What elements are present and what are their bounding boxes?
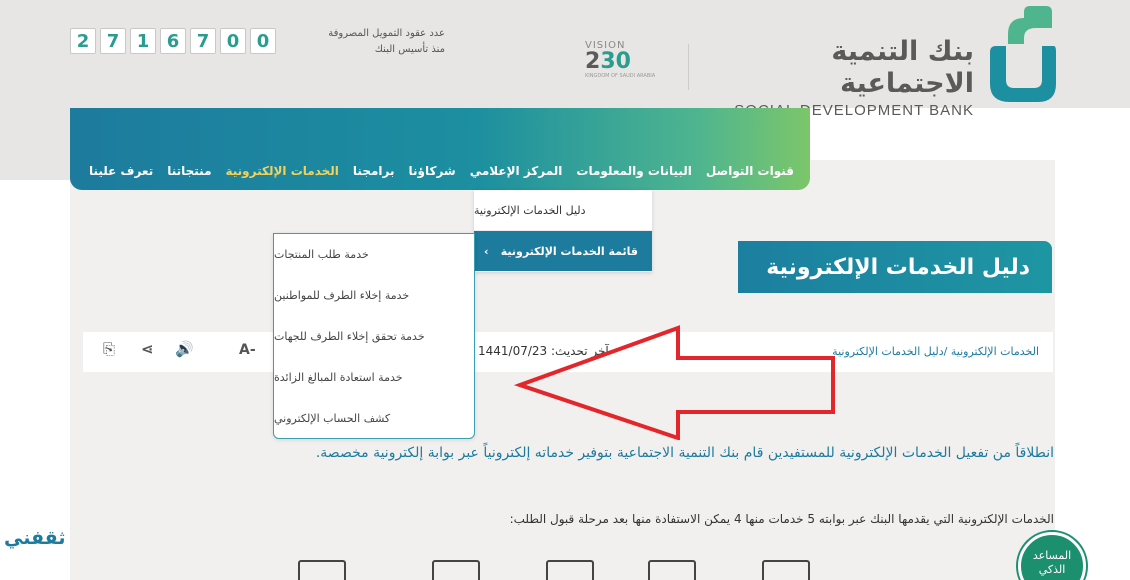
vision-sub: KINGDOM OF SAUDI ARABIA (585, 73, 656, 79)
vision-2030-logo[interactable]: VISION 230 KINGDOM OF SAUDI ARABIA (585, 40, 675, 92)
counter-digit: 2 (70, 28, 96, 54)
assistant-label-1: المساعد (1032, 549, 1072, 562)
breadcrumb[interactable]: الخدمات الإلكترونية /دليل الخدمات الإلكت… (832, 345, 1039, 358)
main-navbar: تعرف علينا منتجاتنا الخدمات الإلكترونية … (70, 108, 810, 190)
counter-caption-line2: منذ تأسيس البنك (374, 44, 445, 55)
counter-caption-line1: عدد عقود التمويل المصروفة (328, 28, 445, 39)
print-icon[interactable]: ⎘ (103, 340, 115, 358)
menu-item-eservices-guide[interactable]: دليل الخدمات الإلكترونية (474, 190, 652, 231)
counter-digit: 7 (100, 28, 126, 54)
document-check-icon[interactable] (432, 560, 480, 580)
bank-logo-icon[interactable] (984, 6, 1060, 106)
services-summary: الخدمات الإلكترونية التي يقدمها البنك عب… (509, 512, 1054, 526)
submenu-item-refund[interactable]: خدمة استعادة المبالغ الزائدة (274, 357, 474, 398)
vision-year-a: 2 (585, 49, 601, 74)
page-title-box: دليل الخدمات الإلكترونية (738, 241, 1052, 293)
menu-item-label: دليل الخدمات الإلكترونية (474, 203, 586, 217)
counter-digit: 1 (130, 28, 156, 54)
nav-item-eservices[interactable]: الخدمات الإلكترونية (226, 164, 339, 178)
nav-item-contact[interactable]: قنوات التواصل (706, 164, 794, 178)
menu-item-eservices-list[interactable]: ‹ قائمة الخدمات الإلكترونية (474, 231, 652, 272)
header-divider (688, 44, 689, 90)
vision-year: 230 (585, 51, 675, 73)
finance-counter: 2 7 1 6 7 0 0 (70, 28, 276, 54)
menu-item-label: قائمة الخدمات الإلكترونية (500, 244, 638, 258)
list-icon[interactable] (762, 560, 810, 580)
audio-icon[interactable]: 🔊 (175, 340, 194, 358)
card-icon[interactable] (648, 560, 696, 580)
font-decrease-button[interactable]: A- (239, 342, 256, 358)
eservices-submenu: خدمة طلب المنتجات خدمة إخلاء الطرف للموا… (273, 233, 475, 439)
assistant-label-2: الذكي (1038, 563, 1066, 576)
printer-icon[interactable] (298, 560, 346, 580)
nav-item-partners[interactable]: شركاؤنا (409, 164, 456, 178)
eservices-dropdown: دليل الخدمات الإلكترونية ‹ قائمة الخدمات… (474, 190, 652, 272)
nav-item-products[interactable]: منتجاتنا (167, 164, 211, 178)
nav-item-about[interactable]: تعرف علينا (89, 164, 153, 178)
submenu-item-product-request[interactable]: خدمة طلب المنتجات (274, 234, 474, 275)
service-icons-row (290, 556, 830, 580)
counter-digit: 7 (190, 28, 216, 54)
watermark-logo: ثقفني (4, 527, 66, 549)
submenu-item-clearance-verify[interactable]: خدمة تحقق إخلاء الطرف للجهات (274, 316, 474, 357)
vision-year-b: 30 (600, 49, 631, 74)
counter-digit: 6 (160, 28, 186, 54)
annotation-arrow (513, 325, 835, 440)
nav-items: تعرف علينا منتجاتنا الخدمات الإلكترونية … (89, 164, 794, 178)
intro-text: انطلاقاً من تفعيل الخدمات الإلكترونية لل… (315, 445, 1054, 461)
document-icon[interactable] (546, 560, 594, 580)
share-icon[interactable]: ⋖ (141, 340, 154, 358)
bank-name: بنك التنمية الاجتماعية SOCIAL DEVELOPMEN… (712, 36, 974, 119)
counter-caption: عدد عقود التمويل المصروفة منذ تأسيس البن… (305, 26, 445, 58)
counter-digit: 0 (220, 28, 246, 54)
nav-item-media[interactable]: المركز الإعلامي (470, 164, 563, 178)
submenu-item-clearance-citizens[interactable]: خدمة إخلاء الطرف للمواطنين (274, 275, 474, 316)
bank-name-arabic: بنك التنمية الاجتماعية (831, 36, 974, 99)
page-title: دليل الخدمات الإلكترونية (766, 254, 1030, 280)
submenu-item-statement[interactable]: كشف الحساب الإلكتروني (274, 398, 474, 439)
nav-item-programs[interactable]: برامجنا (353, 164, 395, 178)
chevron-left-icon: ‹ (484, 244, 489, 258)
nav-item-data[interactable]: البيانات والمعلومات (576, 164, 691, 178)
counter-digit: 0 (250, 28, 276, 54)
